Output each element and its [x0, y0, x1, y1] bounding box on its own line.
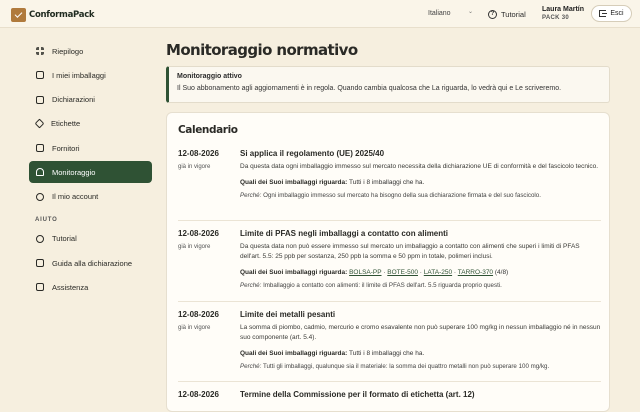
package-link[interactable]: LATA-250 [424, 269, 452, 276]
logout-icon [599, 10, 608, 17]
help-circle-icon [36, 234, 44, 243]
mail-icon [36, 283, 44, 292]
affected-label: Quali dei Suoi imballaggi riguarda: [240, 269, 348, 276]
sidebar-item-riepilogo[interactable]: Riepilogo [29, 40, 152, 62]
entry-status: già in vigore [178, 244, 211, 250]
entry-reason: Perché: Tutti gli imballaggi, qualunque … [240, 362, 602, 371]
sidebar-item-label: Assistenza [52, 282, 89, 292]
entry-affected: Quali dei Suoi imballaggi riguarda: BOLS… [240, 269, 509, 276]
logo[interactable]: ConformaPack [11, 7, 95, 22]
entry-date: 12-08-2026 [178, 390, 219, 399]
sidebar-item-account[interactable]: Il mio account [29, 186, 152, 208]
entry-reason: Perché: Imballaggio a contatto con alime… [240, 281, 602, 290]
entry-description: Da questa data ogni imballaggio immesso … [240, 163, 599, 170]
calendar-title: Calendario [178, 124, 238, 136]
affected-label: Quali dei Suoi imballaggi riguarda: [240, 179, 348, 186]
entry-description: La somma di piombo, cadmio, mercurio e c… [240, 324, 601, 341]
logo-icon [11, 7, 26, 22]
tutorial-label: Tutorial [501, 9, 526, 19]
user-icon [36, 192, 44, 201]
alert-title: Monitoraggio attivo [177, 73, 242, 80]
sidebar-item-label: Il mio account [52, 192, 99, 202]
entry-status: già in vigore [178, 164, 211, 170]
tag-icon [34, 118, 45, 129]
sidebar: Riepilogo I miei imballaggi Dichiarazion… [29, 40, 152, 301]
logout-label: Esci [610, 10, 624, 17]
sidebar-item-label: Monitoraggio [52, 167, 96, 177]
affected-text: Tutti i 8 imballaggi che ha. [348, 350, 425, 357]
affected-count: (4/8) [494, 269, 509, 276]
language-select[interactable]: Italiano [428, 10, 451, 17]
chevron-down-icon[interactable]: ⌄ [468, 8, 473, 15]
entry-affected: Quali dei Suoi imballaggi riguarda: Tutt… [240, 349, 602, 359]
package-link[interactable]: TARRO-370 [458, 269, 493, 276]
status-alert: Monitoraggio attivo Il Suo abbonamento a… [166, 66, 610, 103]
sidebar-item-label: Fornitori [52, 143, 80, 153]
calendar-entry: 12-08-2026 Termine della Commissione per… [178, 381, 601, 399]
entry-description: Da questa data non può essere immesso su… [240, 243, 580, 260]
sidebar-item-imballaggi[interactable]: I miei imballaggi [29, 64, 152, 86]
user-name: Laura Martín [542, 6, 585, 13]
entry-title: Limite dei metalli pesanti [240, 310, 336, 319]
calendar-card: Calendario 12-08-2026 già in vigore Si a… [166, 112, 610, 412]
logo-text: ConformaPack [29, 9, 95, 20]
top-bar: ConformaPack Italiano ⌄ ? Tutorial Laura… [0, 0, 640, 28]
alert-text: Il Suo abbonamento agli aggiornamenti è … [177, 85, 562, 92]
box-icon [36, 71, 44, 80]
truck-icon [36, 144, 44, 153]
reason-text: Ogni imballaggio immesso sul mercato ha … [263, 192, 541, 199]
package-link[interactable]: BOLSA-PP [349, 269, 381, 276]
book-icon [36, 259, 44, 268]
sidebar-item-tutorial[interactable]: Tutorial [29, 228, 152, 250]
sidebar-item-label: Etichette [51, 119, 81, 129]
sidebar-item-label: Guida alla dichiarazione [52, 258, 133, 268]
reason-label: Perché: [240, 363, 262, 370]
sidebar-item-label: Tutorial [52, 234, 77, 244]
sidebar-item-monitoraggio[interactable]: Monitoraggio [29, 161, 152, 184]
user-info: Laura Martín PACK 30 [542, 6, 584, 22]
calendar-entry: 12-08-2026 già in vigore Limite dei meta… [178, 301, 601, 370]
entry-date: 12-08-2026 [178, 149, 219, 158]
user-plan: PACK 30 [542, 15, 569, 21]
calendar-entry: 12-08-2026 già in vigore Limite di PFAS … [178, 220, 601, 289]
sidebar-item-guida[interactable]: Guida alla dichiarazione [29, 252, 152, 274]
entry-title: Si applica il regolamento (UE) 2025/40 [240, 149, 385, 158]
sidebar-item-label: I miei imballaggi [52, 70, 106, 80]
affected-label: Quali dei Suoi imballaggi riguarda: [240, 350, 348, 357]
package-link[interactable]: BOTE-500 [387, 269, 418, 276]
entry-status: già in vigore [178, 325, 211, 331]
entry-title: Termine della Commissione per il formato… [240, 390, 475, 399]
sidebar-item-etichette[interactable]: Etichette [29, 113, 152, 135]
reason-label: Perché: [240, 282, 262, 289]
reason-label: Perché: [240, 192, 262, 199]
entry-title: Limite di PFAS negli imballaggi a contat… [240, 229, 449, 238]
grid-icon [36, 47, 44, 55]
help-section-label: AIUTO [35, 216, 58, 223]
affected-text: Tutti i 8 imballaggi che ha. [348, 179, 425, 186]
sidebar-item-fornitori[interactable]: Fornitori [29, 137, 152, 159]
logout-button[interactable]: Esci [591, 5, 632, 22]
sidebar-item-label: Dichiarazioni [52, 95, 95, 105]
reason-text: Tutti gli imballaggi, qualunque sia il m… [262, 363, 550, 370]
entry-affected: Quali dei Suoi imballaggi riguarda: Tutt… [240, 178, 602, 188]
entry-reason: Perché: Ogni imballaggio immesso sul mer… [240, 191, 602, 200]
bell-icon [36, 168, 44, 177]
sidebar-item-dichiarazioni[interactable]: Dichiarazioni [29, 89, 152, 111]
document-icon [36, 95, 44, 104]
page-title: Monitoraggio normativo [166, 41, 358, 59]
help-circle-icon: ? [488, 9, 497, 19]
sidebar-item-assistenza[interactable]: Assistenza [29, 276, 152, 298]
reason-text: Imballaggio a contatto con alimenti: il … [263, 282, 502, 289]
sidebar-item-label: Riepilogo [52, 46, 84, 56]
entry-date: 12-08-2026 [178, 229, 219, 238]
tutorial-button[interactable]: ? Tutorial [488, 8, 526, 20]
entry-date: 12-08-2026 [178, 310, 219, 319]
